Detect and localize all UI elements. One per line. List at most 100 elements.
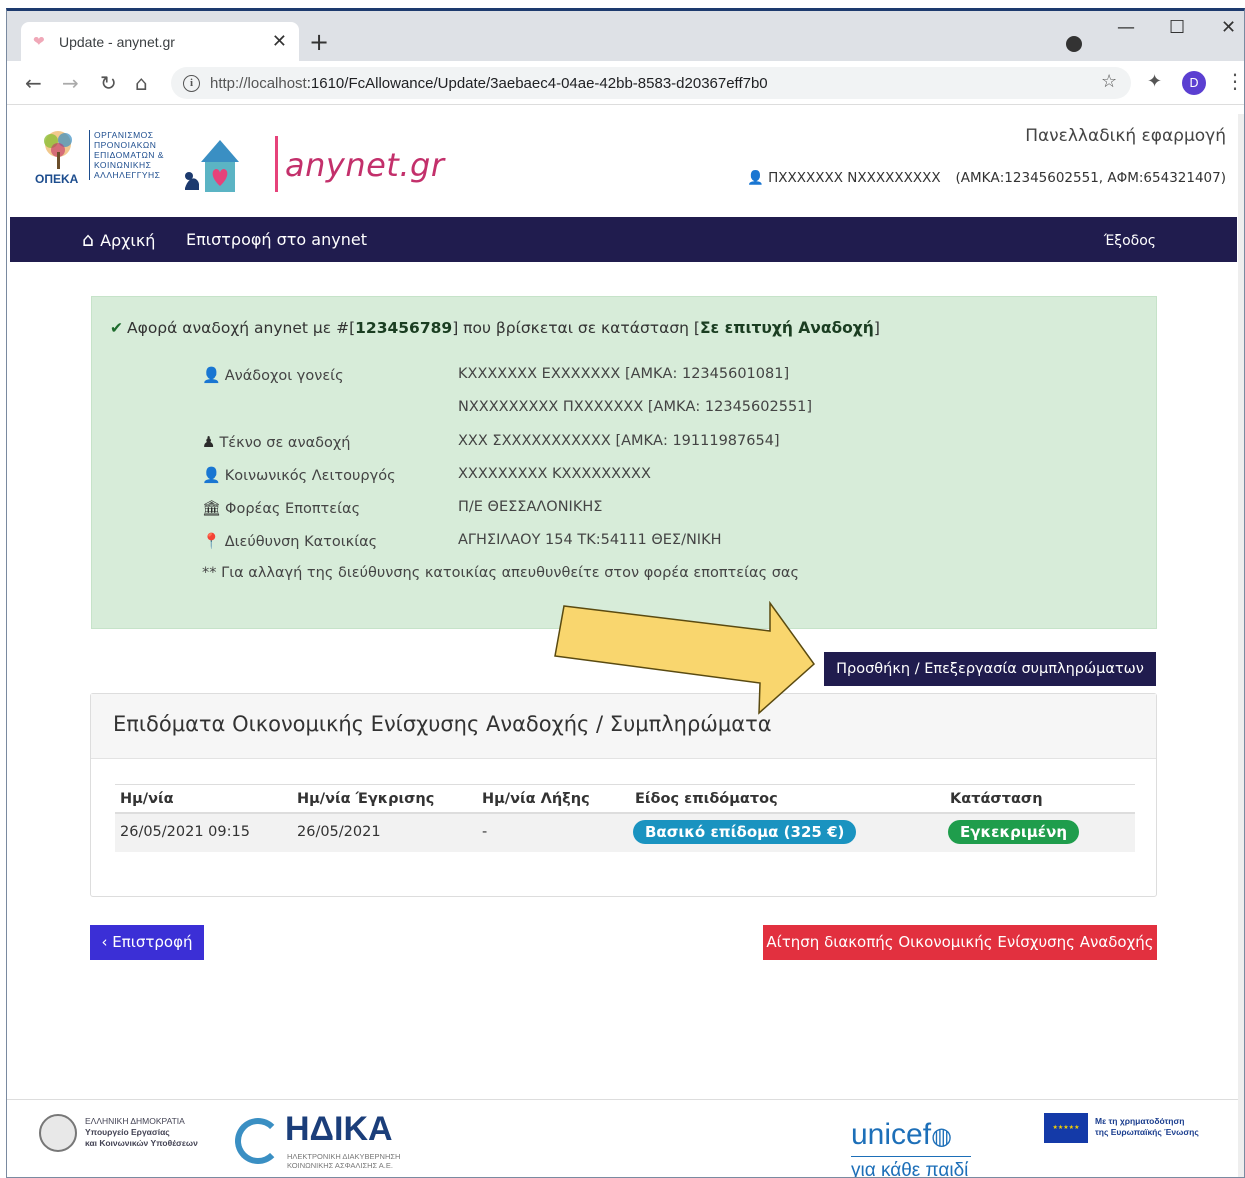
map-marker-icon: 📍 <box>202 532 221 550</box>
bookmark-star-icon[interactable]: ☆ <box>1101 71 1117 92</box>
close-window-icon[interactable]: ✕ <box>1221 17 1236 38</box>
supervisor-label: 🏛 Φορέας Εποπτείας <box>202 499 360 517</box>
gov-line: ΕΛΛΗΝΙΚΗ ΔΗΜΟΚΡΑΤΙΑ <box>85 1116 185 1126</box>
close-tab-icon[interactable]: ✕ <box>272 31 287 52</box>
page-content: ΟΠΕΚΑ ΟΡΓΑΝΙΣΜΟΣ ΠΡΟΝΟΙΑΚΩΝ ΕΠΙΔΟΜΑΤΩΝ &… <box>7 106 1244 1178</box>
extensions-icon[interactable]: ✦ <box>1147 71 1162 92</box>
parents-value-1: ΚΧΧΧΧΧΧΧ ΕΧΧΧΧΧΧΧ [ΑΜΚΑ: 12345601081] <box>458 366 790 382</box>
idika-sub-line: ΚΟΙΝΩΝΙΚΗΣ ΑΣΦΑΛΙΣΗΣ Α.Ε. <box>287 1161 393 1170</box>
allowances-table: Ημ/νία Ημ/νία Έγκρισης Ημ/νία Λήξης Είδο… <box>115 784 1135 852</box>
row-approval-date: 26/05/2021 <box>297 824 381 840</box>
browser-tab[interactable]: ❤ Update - anynet.gr ✕ <box>21 22 299 61</box>
eu-line: Με τη χρηματοδότηση <box>1095 1116 1185 1126</box>
vertical-scrollbar[interactable] <box>1238 114 1244 1177</box>
idika-logo: ΗΔΙΚΑ ΗΛΕΚΤΡΟΝΙΚΗ ΔΙΑΚΥΒΕΡΝΗΣΗ ΚΟΙΝΩΝΙΚΗ… <box>235 1110 435 1170</box>
col-status[interactable]: Κατάσταση <box>950 791 1043 807</box>
row-label: Ανάδοχοι γονείς <box>224 368 344 384</box>
supervisor-value: Π/Ε ΘΕΣΣΑΛΟΝΙΚΗΣ <box>458 499 603 515</box>
adoption-info-alert: ✔ Αφορά αναδοχή anynet με #[123456789] πο… <box>91 296 1157 629</box>
headline-suffix: ] <box>873 319 880 337</box>
unicef-name: unicef <box>851 1118 932 1151</box>
col-allowance-type[interactable]: Είδος επιδόματος <box>635 791 778 807</box>
request-stop-button[interactable]: Αίτηση διακοπής Οικονομικής Ενίσχυσης Αν… <box>763 925 1157 960</box>
alert-headline: ✔ Αφορά αναδοχή anynet με #[123456789] πο… <box>110 319 880 337</box>
opeka-tree-icon <box>44 131 72 169</box>
url-field[interactable]: i http://localhost:1610/FcAllowance/Upda… <box>171 67 1131 99</box>
add-edit-supplements-button[interactable]: Προσθήκη / Επεξεργασία συμπληρώματων <box>824 652 1156 686</box>
row-allowance-type: Βασικό επίδομα (325 €) <box>633 820 857 844</box>
profile-avatar[interactable]: D <box>1182 71 1206 95</box>
eu-line: της Ευρωπαϊκής Ένωσης <box>1095 1127 1199 1137</box>
eu-funding-text: Με τη χρηματοδότηση της Ευρωπαϊκής Ένωση… <box>1095 1116 1199 1138</box>
pointer-arrow-icon <box>554 601 816 715</box>
unicef-logo: unicef◍ <box>851 1118 952 1152</box>
idika-name: ΗΔΙΚΑ <box>285 1110 393 1148</box>
allowance-type-badge: Βασικό επίδομα (325 €) <box>633 820 857 844</box>
user-icon: 👤 <box>202 366 221 384</box>
main-navbar: ⌂ Αρχική Επιστροφή στο anynet Έξοδος <box>10 217 1237 262</box>
org-line: ΕΠΙΔΟΜΑΤΩΝ & <box>94 150 164 160</box>
child-label: ♟ Τέκνο σε αναδοχή <box>202 433 350 451</box>
browser-window: ❤ Update - anynet.gr ✕ + — ☐ ✕ ← → ↻ ⌂ i… <box>6 8 1245 1178</box>
gov-line: και Κοινωνικών Υποθέσεων <box>85 1138 198 1148</box>
reload-icon[interactable]: ↻ <box>100 71 117 95</box>
chevron-left-icon: ‹ <box>101 933 108 951</box>
headline-prefix: Αφορά αναδοχή anynet με #[ <box>127 319 356 337</box>
app-title: Πανελλαδική εφαρμογή <box>1025 126 1226 146</box>
opeka-logo[interactable]: ΟΠΕΚΑ ΟΡΓΑΝΙΣΜΟΣ ΠΡΟΝΟΙΑΚΩΝ ΕΠΙΔΟΜΑΤΩΝ &… <box>33 128 173 188</box>
social-worker-label: 👤 Κοινωνικός Λειτουργός <box>202 466 396 484</box>
eu-flag-icon: ★★★★★ <box>1044 1113 1088 1143</box>
user-icon: 👤 <box>202 466 221 484</box>
table-row[interactable]: 26/05/2021 09:15 26/05/2021 - Βασικό επί… <box>115 814 1135 852</box>
site-footer: ΕΛΛΗΝΙΚΗ ΔΗΜΟΚΡΑΤΙΑ Υπουργείο Εργασίας κ… <box>7 1099 1244 1178</box>
address-label: 📍 Διεύθυνση Κατοικίας <box>202 532 377 550</box>
org-line: ΚΟΙΝΩΝΙΚΗΣ <box>94 160 152 170</box>
unicef-tagline: για κάθε παιδί <box>851 1160 969 1178</box>
nav-home[interactable]: ⌂ Αρχική <box>82 229 155 251</box>
opeka-org-name: ΟΡΓΑΝΙΣΜΟΣ ΠΡΟΝΟΙΑΚΩΝ ΕΠΙΔΟΜΑΤΩΝ & ΚΟΙΝΩ… <box>89 130 164 180</box>
greek-seal-icon <box>39 1114 77 1152</box>
row-label: Φορέας Εποπτείας <box>225 501 361 517</box>
url-host: http://localhost <box>210 74 307 92</box>
browser-menu-icon[interactable]: ⋮ <box>1225 69 1244 93</box>
media-icon[interactable] <box>1066 36 1082 52</box>
address-note: ** Για αλλαγή της διεύθυνσης κατοικίας α… <box>202 565 799 581</box>
row-label: Διεύθυνση Κατοικίας <box>224 534 378 550</box>
org-line: ΠΡΟΝΟΙΑΚΩΝ <box>94 140 157 150</box>
adoption-id: 123456789 <box>355 319 453 337</box>
user-name: 👤 ΠΧΧΧΧΧΧΧ ΝΧΧΧΧΧΧΧΧΧ <box>747 170 941 186</box>
home-icon[interactable]: ⌂ <box>135 71 148 95</box>
nav-home-label: Αρχική <box>100 230 156 250</box>
nav-back-to-anynet[interactable]: Επιστροφή στο anynet <box>186 230 367 249</box>
table-header-row: Ημ/νία Ημ/νία Έγκρισης Ημ/νία Λήξης Είδο… <box>115 784 1135 814</box>
back-button[interactable]: ‹ Επιστροφή <box>90 925 204 960</box>
address-value: ΑΓΗΣΙΛΑΟΥ 154 ΤΚ:54111 ΘΕΣ/ΝΙΚΗ <box>458 532 722 548</box>
nav-exit[interactable]: Έξοδος <box>1104 233 1156 249</box>
institution-icon: 🏛 <box>202 499 222 517</box>
site-info-icon[interactable]: i <box>183 74 200 92</box>
ministry-text: ΕΛΛΗΝΙΚΗ ΔΗΜΟΚΡΑΤΙΑ Υπουργείο Εργασίας κ… <box>85 1116 198 1149</box>
col-date[interactable]: Ημ/νία <box>120 791 174 807</box>
maximize-icon[interactable]: ☐ <box>1169 17 1185 38</box>
minimize-icon[interactable]: — <box>1117 17 1135 38</box>
row-end-date: - <box>482 824 488 840</box>
user-ids: (ΑΜΚΑ:12345602551, ΑΦΜ:654321407) <box>955 170 1226 186</box>
opeka-label: ΟΠΕΚΑ <box>35 172 79 186</box>
org-line: ΑΛΛΗΛΕΓΓΥΗΣ <box>94 170 161 180</box>
unicef-divider <box>851 1156 971 1157</box>
url-text: http://localhost:1610/FcAllowance/Update… <box>210 75 768 92</box>
user-name-text: ΠΧΧΧΧΧΧΧ ΝΧΧΧΧΧΧΧΧΧ <box>768 170 941 186</box>
parents-label: 👤 Ανάδοχοι γονείς <box>202 366 344 384</box>
parents-value-2: ΝΧΧΧΧΧΧΧΧΧ ΠΧΧΧΧΧΧΧ [ΑΜΚΑ: 12345602551] <box>458 399 813 415</box>
status-badge: Εγκεκριμένη <box>948 820 1079 844</box>
anynet-brand[interactable]: anynet.gr <box>285 146 444 184</box>
allowances-panel: Επιδόματα Οικονομικής Ενίσχυσης Αναδοχής… <box>90 693 1157 897</box>
new-tab-icon[interactable]: + <box>309 28 329 56</box>
forward-arrow-icon[interactable]: → <box>62 71 79 95</box>
home-nav-icon: ⌂ <box>82 229 95 251</box>
idika-subtitle: ΗΛΕΚΤΡΟΝΙΚΗ ΔΙΑΚΥΒΕΡΝΗΣΗ ΚΟΙΝΩΝΙΚΗΣ ΑΣΦΑ… <box>287 1152 400 1170</box>
col-approval-date[interactable]: Ημ/νία Έγκρισης <box>297 791 434 807</box>
tab-bar: ❤ Update - anynet.gr ✕ + — ☐ ✕ <box>7 11 1244 61</box>
col-end-date[interactable]: Ημ/νία Λήξης <box>482 791 590 807</box>
back-arrow-icon[interactable]: ← <box>25 71 42 95</box>
